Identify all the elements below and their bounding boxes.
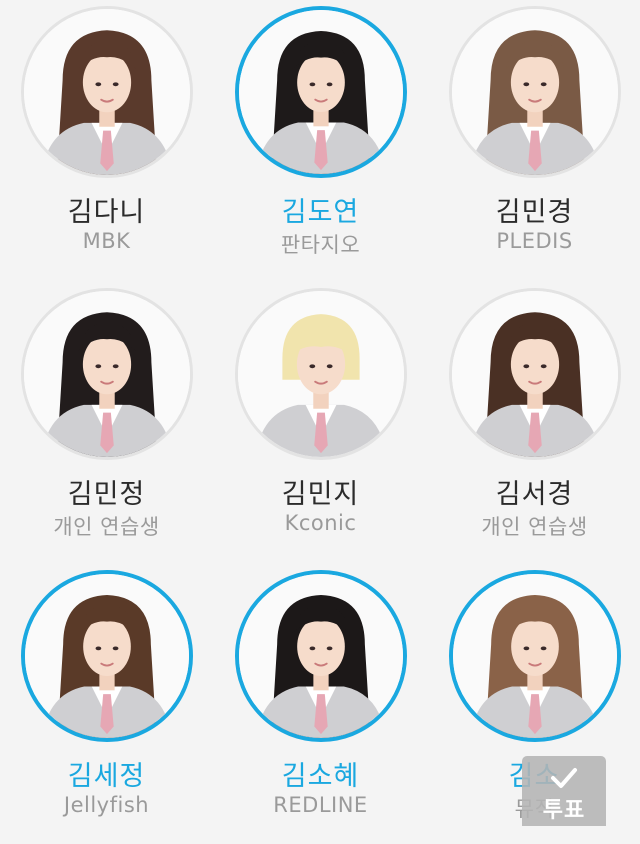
trainee-photo bbox=[449, 6, 621, 178]
trainee-grid: 김다니 MBK 김도연 판타지오 김민경 PLEDIS 김민정 개인 연습생 김민지 Kconic… bbox=[0, 0, 640, 826]
trainee-photo bbox=[21, 6, 193, 178]
trainee-photo bbox=[449, 288, 621, 460]
portrait-image bbox=[24, 9, 190, 175]
vote-button-label: 투표 bbox=[542, 798, 586, 823]
trainee-card[interactable]: 김소혜 REDLINE bbox=[214, 564, 427, 844]
trainee-name: 김도연 bbox=[281, 197, 360, 228]
trainee-name: 김서경 bbox=[495, 479, 574, 510]
trainee-agency: Jellyfish bbox=[63, 793, 150, 817]
trainee-agency: Kconic bbox=[284, 511, 357, 535]
trainee-card[interactable]: 김민경 PLEDIS bbox=[428, 0, 640, 280]
trainee-name: 김소혜 bbox=[281, 761, 360, 792]
portrait-image bbox=[452, 9, 618, 175]
trainee-photo bbox=[235, 6, 407, 178]
trainee-card[interactable]: 김세정 Jellyfish bbox=[0, 564, 213, 844]
check-icon bbox=[551, 768, 577, 788]
trainee-card[interactable]: 김다니 MBK bbox=[0, 0, 213, 280]
trainee-card[interactable]: 김민지 Kconic bbox=[214, 282, 427, 562]
trainee-agency: 개인 연습생 bbox=[481, 515, 588, 539]
portrait-image bbox=[238, 291, 404, 457]
trainee-photo bbox=[21, 288, 193, 460]
trainee-card[interactable]: 김서경개인 연습생 bbox=[428, 282, 640, 562]
trainee-agency: MBK bbox=[82, 229, 131, 253]
portrait-image bbox=[25, 574, 189, 738]
trainee-agency: REDLINE bbox=[273, 793, 368, 817]
portrait-image bbox=[453, 574, 617, 738]
trainee-name: 김민경 bbox=[495, 197, 574, 228]
vote-button[interactable]: 투표 bbox=[522, 756, 606, 826]
trainee-card[interactable]: 김도연판타지오 bbox=[214, 0, 427, 280]
trainee-name: 김민정 bbox=[67, 479, 146, 510]
portrait-image bbox=[239, 10, 403, 174]
trainee-agency: 개인 연습생 bbox=[53, 515, 160, 539]
trainee-name: 김세정 bbox=[67, 761, 146, 792]
trainee-agency: 판타지오 bbox=[280, 233, 361, 257]
portrait-image bbox=[24, 291, 190, 457]
trainee-photo bbox=[235, 288, 407, 460]
trainee-agency: PLEDIS bbox=[496, 229, 573, 253]
trainee-photo bbox=[21, 570, 193, 742]
portrait-image bbox=[452, 291, 618, 457]
trainee-name: 김민지 bbox=[281, 479, 360, 510]
trainee-photo bbox=[449, 570, 621, 742]
portrait-image bbox=[239, 574, 403, 738]
trainee-photo bbox=[235, 570, 407, 742]
trainee-name: 김다니 bbox=[67, 197, 146, 228]
trainee-card[interactable]: 김민정개인 연습생 bbox=[0, 282, 213, 562]
